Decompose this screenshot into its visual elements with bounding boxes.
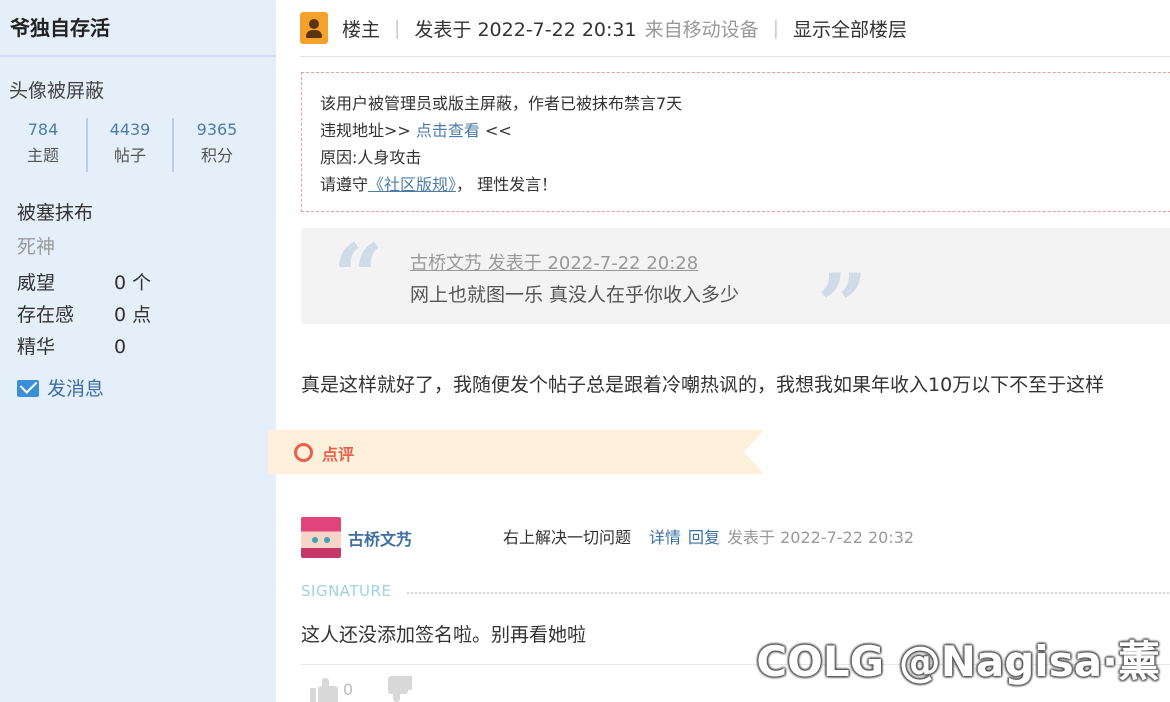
signature-divider	[407, 592, 1170, 594]
quote-header[interactable]: 古桥文艿 发表于 2022-7-22 20:28	[410, 249, 698, 275]
community-rules-link[interactable]: 《社区版规》	[368, 175, 456, 194]
send-message-label: 发消息	[47, 378, 105, 400]
ban-notice: 该用户被管理员或版主屏蔽，作者已被抹布禁言7天 违规地址>> 点击查看 << 原…	[301, 72, 1170, 212]
comment-ring-icon	[294, 443, 313, 462]
comment-section-label: 点评	[322, 445, 355, 464]
post-main: 楼主 | 发表于 2022-7-22 20:31 来自移动设备 | 显示全部楼层…	[268, 0, 1170, 702]
show-all-floors-link[interactable]: 显示全部楼层	[793, 15, 907, 42]
post-content: 真是这样就好了，我随便发个帖子总是跟着冷嘲热讽的，我想我如果年收入10万以下不至…	[301, 374, 1105, 396]
notice-text: ， 理性发言！	[456, 175, 558, 194]
notice-line: 该用户被管理员或版主屏蔽，作者已被抹布禁言7天	[320, 94, 683, 113]
author-sidebar: 爷独自存活 头像被屏蔽 784 主题 4439 帖子 9365 积分 被塞抹布 …	[0, 0, 276, 702]
attr-key: 精华	[17, 336, 56, 358]
header-divider-line	[300, 56, 1170, 57]
avatar[interactable]	[301, 517, 341, 558]
stat-points[interactable]: 9365 积分	[174, 118, 260, 170]
post-device: 来自移动设备	[644, 18, 759, 41]
close-quote-icon: ”	[817, 254, 868, 358]
notice-line: 原因:人身攻击	[320, 148, 422, 167]
violation-link[interactable]: 点击查看	[416, 121, 480, 140]
notice-line: 违规地址>> 点击查看 <<	[320, 117, 1162, 144]
attr-prestige: 威望 0 个	[17, 268, 257, 295]
post-time: 发表于 2022-7-22 20:31	[414, 18, 637, 41]
send-message-link[interactable]: 发消息	[17, 374, 104, 401]
attr-digest: 精华 0	[17, 332, 257, 359]
stat-value: 9365	[196, 120, 238, 139]
author-username[interactable]: 爷独自存活	[10, 12, 110, 41]
host-icon	[300, 12, 328, 44]
attr-value: 0 个	[114, 272, 152, 294]
stat-label: 积分	[200, 146, 233, 165]
notice-text: <<	[479, 121, 512, 140]
attr-key: 威望	[17, 272, 56, 294]
user-rank: 死神	[17, 236, 56, 258]
comment-item: 古桥文艿 右上解决一切问题 详情 回复 发表于 2022-7-22 20:32	[301, 517, 1161, 559]
attr-value: 0	[114, 336, 127, 358]
attr-presence: 存在感 0 点	[17, 300, 257, 327]
header-divider: |	[394, 17, 401, 39]
attr-value: 0 点	[114, 304, 152, 326]
stat-label: 主题	[26, 146, 59, 165]
quote-block: “ 古桥文艿 发表于 2022-7-22 20:28 网上也就图一乐 真没人在乎…	[301, 224, 1170, 350]
thumbs-down-icon[interactable]	[384, 676, 412, 702]
watermark: COLG @Nagisa·薰	[756, 637, 1160, 686]
thumbs-up-icon[interactable]	[310, 678, 338, 702]
post-header: 楼主 | 发表于 2022-7-22 20:31 来自移动设备 | 显示全部楼层	[300, 10, 907, 46]
avatar-blocked-text: 头像被屏蔽	[9, 80, 105, 102]
stat-label: 帖子	[113, 146, 146, 165]
comment-username[interactable]: 古桥文艿	[348, 526, 412, 550]
signature-text: 这人还没添加签名啦。别再看她啦	[301, 624, 587, 646]
comment-reply-link[interactable]: 回复	[688, 524, 720, 548]
stat-value: 4439	[109, 120, 151, 139]
comment-time: 发表于 2022-7-22 20:32	[727, 528, 915, 547]
stat-value: 784	[27, 120, 59, 139]
attr-key: 存在感	[17, 304, 75, 326]
notice-text: 违规地址>>	[320, 121, 416, 140]
signature-label: SIGNATURE	[301, 582, 392, 600]
like-count: 0	[343, 680, 354, 699]
comment-detail-link[interactable]: 详情	[649, 524, 681, 548]
notice-text: 请遵守	[320, 175, 369, 194]
notice-line: 请遵守《社区版规》， 理性发言！	[320, 171, 1162, 198]
stat-posts[interactable]: 4439 帖子	[87, 118, 173, 170]
envelope-icon	[17, 380, 39, 397]
stat-threads[interactable]: 784 主题	[0, 118, 86, 170]
author-stats: 784 主题 4439 帖子 9365 积分	[0, 118, 260, 174]
quote-body: 网上也就图一乐 真没人在乎你收入多少	[410, 284, 740, 306]
open-quote-icon: “	[333, 224, 384, 328]
sidebar-divider	[0, 55, 276, 57]
host-label: 楼主	[342, 18, 381, 41]
user-status: 被塞抹布	[17, 202, 94, 224]
comment-section-header: 点评	[268, 430, 764, 474]
comment-text: 右上解决一切问题	[503, 528, 632, 547]
header-divider: |	[772, 17, 780, 39]
